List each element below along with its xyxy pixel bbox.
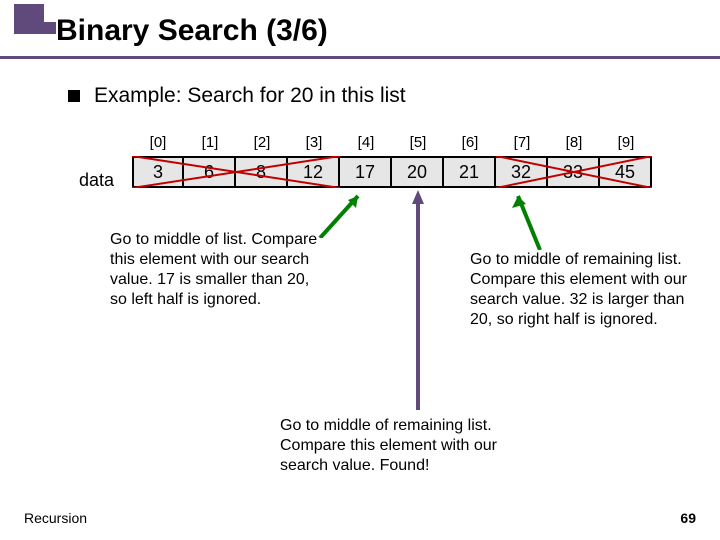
footer-topic: Recursion — [24, 510, 87, 526]
val-cell: 6 — [184, 156, 236, 188]
note-bottom: Go to middle of remaining list. Compare … — [280, 416, 540, 476]
value-row: 3 6 8 12 17 20 21 32 33 45 — [132, 156, 652, 188]
arrow-to-20 — [408, 190, 428, 410]
val-cell: 32 — [496, 156, 548, 188]
idx-cell: [3] — [288, 134, 340, 156]
idx-cell: [4] — [340, 134, 392, 156]
val-cell: 21 — [444, 156, 496, 188]
note-left: Go to middle of list. Compare this eleme… — [110, 230, 330, 310]
idx-cell: [5] — [392, 134, 444, 156]
idx-cell: [2] — [236, 134, 288, 156]
bullet-icon — [68, 90, 80, 102]
val-cell: 3 — [132, 156, 184, 188]
accent-rule — [0, 56, 720, 59]
val-cell: 8 — [236, 156, 288, 188]
val-cell: 33 — [548, 156, 600, 188]
page-number: 69 — [680, 510, 696, 526]
bullet-row: Example: Search for 20 in this list — [68, 84, 406, 108]
val-cell: 12 — [288, 156, 340, 188]
note-right: Go to middle of remaining list. Compare … — [470, 250, 695, 330]
idx-cell: [0] — [132, 134, 184, 156]
idx-cell: [9] — [600, 134, 652, 156]
page-title: Binary Search (3/6) — [56, 14, 328, 48]
val-cell: 20 — [392, 156, 444, 188]
accent-square-small — [44, 22, 56, 34]
index-row: [0] [1] [2] [3] [4] [5] [6] [7] [8] [9] — [132, 134, 652, 156]
array-label: data — [79, 170, 114, 191]
arrow-to-32 — [500, 190, 560, 250]
accent-square-large — [14, 4, 44, 34]
idx-cell: [6] — [444, 134, 496, 156]
idx-cell: [7] — [496, 134, 548, 156]
idx-cell: [1] — [184, 134, 236, 156]
val-cell: 17 — [340, 156, 392, 188]
subtitle: Example: Search for 20 in this list — [94, 84, 406, 108]
idx-cell: [8] — [548, 134, 600, 156]
array-table: [0] [1] [2] [3] [4] [5] [6] [7] [8] [9] … — [132, 134, 652, 188]
val-cell: 45 — [600, 156, 652, 188]
